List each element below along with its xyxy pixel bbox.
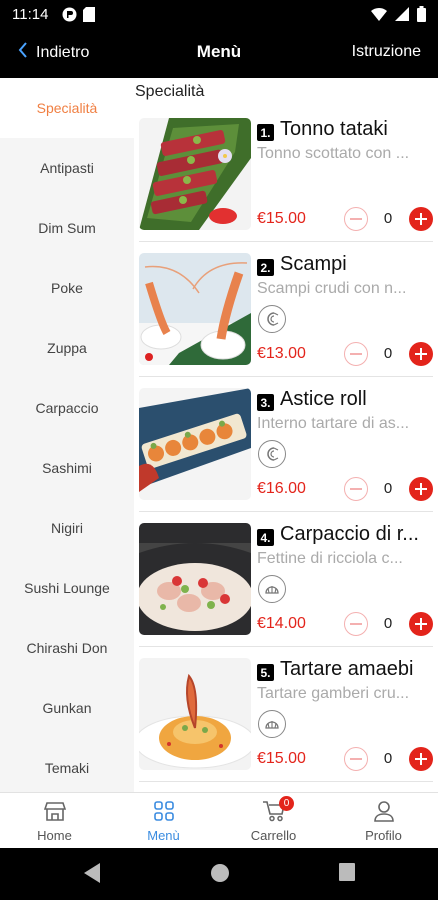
shell-icon (258, 710, 286, 738)
tab-label: Menù (147, 828, 180, 843)
divider (139, 241, 433, 242)
back-button[interactable]: Indietro (18, 42, 89, 63)
crustacean-icon (258, 440, 286, 468)
battery-icon (417, 6, 426, 27)
dish-image (139, 658, 251, 770)
dish-card[interactable]: 2. Scampi Scampi crudi con n... €13.00 0 (139, 253, 433, 378)
nav-recents-icon[interactable] (338, 862, 356, 887)
sidebar-item-zuppa[interactable]: Zuppa (0, 318, 134, 378)
dish-price: €14.00 (257, 615, 306, 632)
crustacean-icon (258, 305, 286, 333)
decrease-quantity-button[interactable] (344, 612, 368, 636)
dish-number: 1. (257, 124, 274, 141)
dish-number: 2. (257, 259, 274, 276)
dish-name: Scampi (280, 253, 347, 275)
shell-icon (258, 575, 286, 603)
bottom-tab-bar: Home Menù 0 Carrello Profilo (0, 792, 438, 848)
app-header: Indietro Menù Istruzione (0, 30, 438, 78)
sidebar-item-carpaccio[interactable]: Carpaccio (0, 378, 134, 438)
section-title: Specialità (135, 83, 205, 100)
system-nav-bar (0, 848, 438, 900)
dish-price: €15.00 (257, 750, 306, 767)
sidebar-item-specialita[interactable]: Specialità (0, 78, 134, 138)
sidebar-item-temaki[interactable]: Temaki (0, 738, 134, 792)
dish-number: 3. (257, 394, 274, 411)
dish-description: Interno tartare di as... (257, 415, 410, 432)
quantity-value: 0 (383, 345, 393, 362)
dish-number: 4. (257, 529, 274, 546)
divider (139, 646, 433, 647)
divider (139, 511, 433, 512)
dish-card[interactable]: 5. Tartare amaebi Tartare gamberi cru...… (139, 658, 433, 783)
divider (139, 781, 433, 782)
dish-price: €16.00 (257, 480, 306, 497)
dish-image (139, 253, 251, 365)
tab-label: Home (37, 828, 72, 843)
dish-price: €15.00 (257, 210, 306, 227)
dish-name: Tonno tataki (280, 118, 388, 140)
increase-quantity-button[interactable] (409, 342, 433, 366)
dish-number: 5. (257, 664, 274, 681)
category-sidebar: Specialità Antipasti Dim Sum Poke Zuppa … (0, 78, 134, 792)
sidebar-item-dim-sum[interactable]: Dim Sum (0, 198, 134, 258)
page-title: Menù (196, 42, 242, 61)
dish-card[interactable]: 3. Astice roll Interno tartare di as... … (139, 388, 433, 513)
sidebar-item-sashimi[interactable]: Sashimi (0, 438, 134, 498)
dish-price: €13.00 (257, 345, 306, 362)
chevron-left-icon (18, 42, 28, 63)
sd-card-icon (83, 7, 95, 27)
decrease-quantity-button[interactable] (344, 747, 368, 771)
dish-name: Tartare amaebi (280, 658, 414, 680)
dish-image (139, 523, 251, 635)
dish-description: Tartare gamberi cru... (257, 685, 410, 702)
app-notification-icon (62, 7, 77, 27)
grid-icon (153, 800, 175, 825)
sidebar-item-chirashi-don[interactable]: Chirashi Don (0, 618, 134, 678)
sidebar-item-antipasti[interactable]: Antipasti (0, 138, 134, 198)
decrease-quantity-button[interactable] (344, 342, 368, 366)
dish-image (139, 118, 251, 230)
decrease-quantity-button[interactable] (344, 207, 368, 231)
tab-label: Profilo (365, 828, 402, 843)
tab-menu[interactable]: Menù (109, 793, 218, 849)
sidebar-item-nigiri[interactable]: Nigiri (0, 498, 134, 558)
quantity-value: 0 (383, 210, 393, 227)
increase-quantity-button[interactable] (409, 477, 433, 501)
signal-icon (395, 7, 409, 26)
quantity-value: 0 (383, 750, 393, 767)
dish-card[interactable]: 4. Carpaccio di r... Fettine di ricciola… (139, 523, 433, 648)
tab-cart[interactable]: 0 Carrello (219, 793, 328, 849)
quantity-value: 0 (383, 615, 393, 632)
status-bar: 11:14 (0, 0, 438, 30)
dish-description: Tonno scottato con ... (257, 145, 410, 162)
dish-name: Astice roll (280, 388, 367, 410)
dish-description: Fettine di ricciola c... (257, 550, 403, 567)
decrease-quantity-button[interactable] (344, 477, 368, 501)
dish-image (139, 388, 251, 500)
sidebar-item-gunkan[interactable]: Gunkan (0, 678, 134, 738)
tab-label: Carrello (250, 828, 297, 843)
status-time: 11:14 (12, 6, 49, 23)
sidebar-item-poke[interactable]: Poke (0, 258, 134, 318)
sidebar-item-sushi-lounge[interactable]: Sushi Lounge (0, 558, 134, 618)
increase-quantity-button[interactable] (409, 612, 433, 636)
divider (139, 376, 433, 377)
cart-count-badge: 0 (279, 796, 294, 811)
user-icon (373, 800, 395, 825)
tab-profile[interactable]: Profilo (329, 793, 438, 849)
dish-list: Specialità 1. Tonno tataki Tonno scottat… (134, 78, 438, 792)
wifi-icon (371, 7, 387, 26)
increase-quantity-button[interactable] (409, 747, 433, 771)
back-label: Indietro (36, 43, 90, 61)
dish-name: Carpaccio di r... (280, 523, 419, 545)
dish-description: Scampi crudi con n... (257, 280, 407, 297)
instructions-button[interactable]: Istruzione (352, 43, 421, 61)
tab-home[interactable]: Home (0, 793, 109, 849)
store-icon (43, 800, 66, 825)
dish-card[interactable]: 1. Tonno tataki Tonno scottato con ... €… (139, 118, 433, 243)
nav-home-icon[interactable] (209, 862, 231, 889)
nav-back-icon[interactable] (82, 862, 102, 889)
quantity-value: 0 (383, 480, 393, 497)
increase-quantity-button[interactable] (409, 207, 433, 231)
